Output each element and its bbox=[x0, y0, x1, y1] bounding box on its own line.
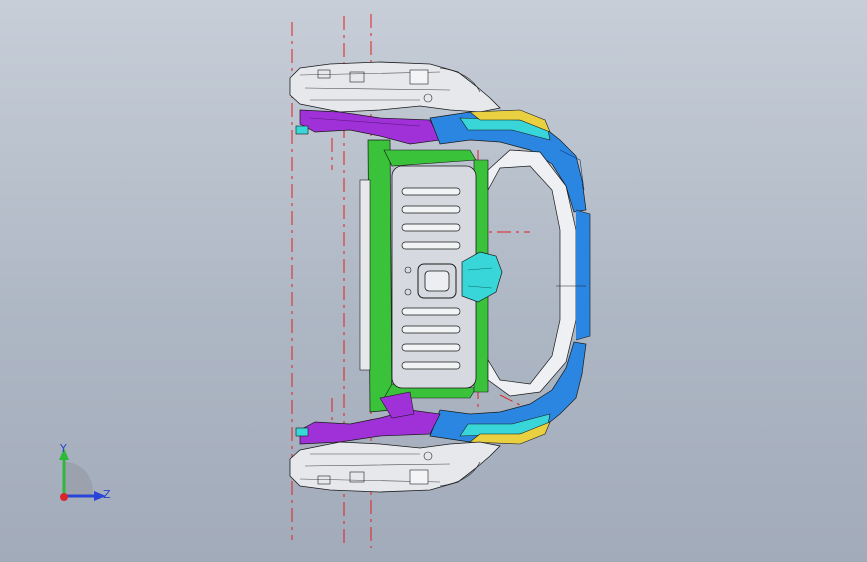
y-axis-label: Y bbox=[59, 442, 67, 455]
x-axis-dot bbox=[60, 493, 68, 501]
lower-white-bracket[interactable] bbox=[289, 441, 501, 493]
3d-viewport[interactable]: Y Z bbox=[0, 0, 867, 562]
cyan-latch[interactable] bbox=[461, 251, 503, 303]
upper-purple-arm[interactable] bbox=[295, 109, 441, 145]
triad-quadrant bbox=[64, 461, 93, 496]
cad-model[interactable] bbox=[0, 0, 867, 562]
upper-white-bracket[interactable] bbox=[289, 61, 501, 113]
axis-triad[interactable]: Y Z bbox=[52, 440, 112, 510]
lower-purple-arm[interactable] bbox=[295, 391, 441, 445]
z-axis-label: Z bbox=[103, 488, 111, 501]
